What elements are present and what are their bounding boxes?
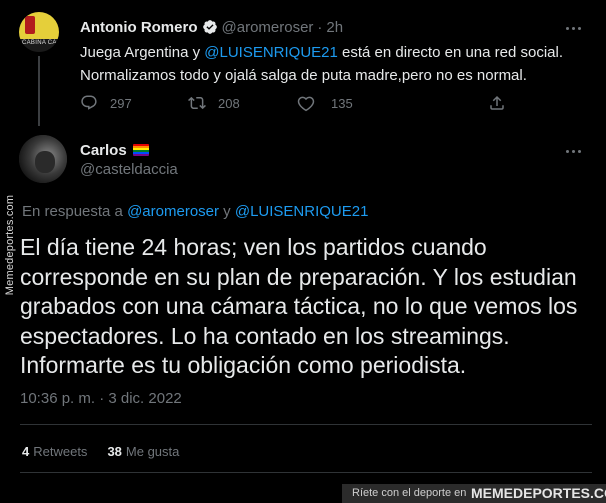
tweet-time[interactable]: 2h: [326, 19, 343, 36]
more-options-icon[interactable]: [566, 148, 586, 154]
author-name[interactable]: Carlos: [80, 142, 127, 159]
retweet-count: 208: [218, 95, 240, 111]
likes-count[interactable]: 38: [107, 444, 121, 459]
retweets-count[interactable]: 4: [22, 444, 29, 459]
author-name-row: Carlos: [80, 140, 149, 160]
share-button[interactable]: [488, 93, 506, 113]
retweet-button[interactable]: 208: [188, 93, 240, 113]
footer-brand: MEMEDEPORTES.COM: [471, 485, 606, 501]
rainbow-flag-icon: [132, 144, 149, 156]
like-button[interactable]: 135: [297, 93, 353, 113]
reply-context-and: y: [219, 203, 235, 220]
like-count: 135: [331, 95, 353, 111]
tweet-text: Juega Argentina y @LUISENRIQUE21 está en…: [80, 41, 590, 87]
tweet-text: El día tiene 24 horas; ven los partidos …: [20, 234, 578, 378]
side-watermark-text: Memedeportes.com: [4, 194, 16, 296]
tweet-text-part: Juega Argentina y: [80, 44, 205, 61]
footer-watermark: Ríete con el deporte en MEMEDEPORTES.COM: [0, 481, 606, 503]
reply-icon: [81, 95, 97, 110]
share-icon: [490, 95, 504, 110]
avatar[interactable]: [19, 135, 67, 183]
tweet-actions: 297 208 135: [80, 93, 520, 113]
heart-icon: [297, 96, 315, 112]
reply-context: En respuesta a @aromeroser y @LUISENRIQU…: [22, 203, 368, 220]
verified-badge-icon: [202, 20, 217, 34]
tweet-header: Antonio Romero @aromeroser · 2h: [80, 18, 343, 36]
divider: [20, 424, 592, 425]
separator-dot: ·: [317, 18, 323, 36]
divider: [20, 472, 592, 473]
side-watermark: Memedeportes.com: [2, 190, 18, 300]
author-handle[interactable]: @aromeroser: [222, 19, 314, 36]
author-name[interactable]: Antonio Romero: [80, 19, 198, 36]
avatar[interactable]: CABINA CA: [19, 12, 59, 52]
retweet-icon: [188, 96, 206, 110]
reply-context-prefix: En respuesta a: [22, 203, 128, 220]
retweets-label[interactable]: Retweets: [33, 444, 87, 459]
avatar-caption: CABINA CA: [22, 40, 57, 46]
tweet-timestamp[interactable]: 10:36 p. m. · 3 dic. 2022: [20, 390, 182, 407]
reply-count: 297: [110, 95, 132, 111]
more-options-icon[interactable]: [566, 25, 586, 31]
thread-connector-line: [38, 56, 40, 126]
reply-button[interactable]: 297: [80, 93, 132, 113]
reply-mention-link[interactable]: @LUISENRIQUE21: [235, 203, 369, 220]
tweet-stats: 4 Retweets 38 Me gusta: [22, 444, 199, 459]
footer-tagline: Ríete con el deporte en: [352, 487, 467, 499]
reply-mention-link[interactable]: @aromeroser: [127, 203, 219, 220]
likes-label[interactable]: Me gusta: [126, 444, 179, 459]
quoted-parent-tweet[interactable]: CABINA CA Antonio Romero @aromeroser · 2…: [0, 0, 606, 127]
author-handle[interactable]: @casteldaccia: [80, 161, 178, 178]
tweet-thread-screenshot: Memedeportes.com CABINA CA Antonio Romer…: [0, 0, 606, 503]
mention-link[interactable]: @LUISENRIQUE21: [204, 44, 338, 61]
